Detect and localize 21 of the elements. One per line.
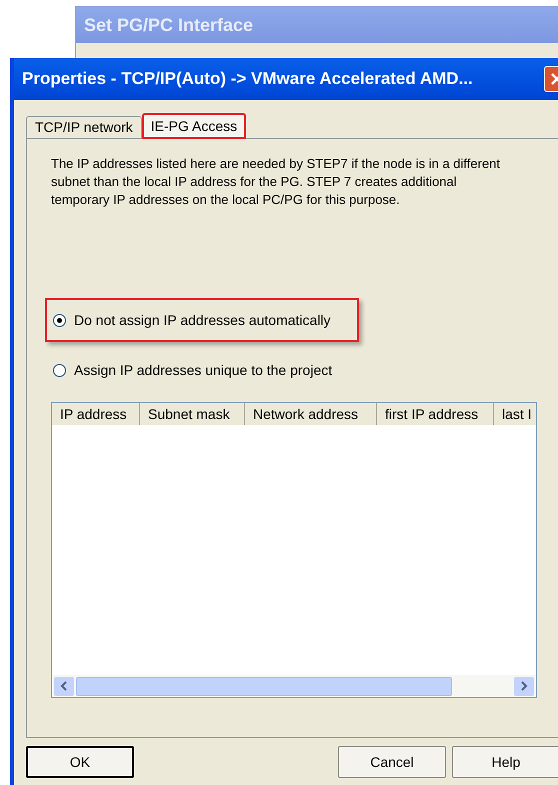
dialog-button[interactable]: OK [26, 746, 134, 778]
column-header[interactable]: Network address [245, 403, 377, 425]
scroll-left-icon[interactable] [54, 676, 74, 696]
radio-button[interactable] [53, 314, 66, 326]
window-title: Set PG/PC Interface [84, 14, 254, 36]
radio-button[interactable] [53, 364, 66, 376]
column-header[interactable]: first IP address [377, 403, 494, 425]
radio-option[interactable]: Do not assign IP addresses automatically [45, 298, 359, 342]
dialog-button[interactable]: Help [452, 746, 558, 778]
radio-option[interactable]: Assign IP addresses unique to the project [45, 348, 359, 392]
description-text: The IP addresses listed here are needed by STEP7 if the node is in a different subnet than the local IP address for the PG. STEP 7 creates additional temporary IP addresses on the local PC/PG for this purpose. [51, 155, 502, 209]
column-header[interactable]: last I [494, 403, 536, 425]
tab[interactable]: IE-PG Access [142, 113, 246, 139]
column-header[interactable]: Subnet mask [140, 403, 245, 425]
tab[interactable]: TCP/IP network [26, 116, 142, 138]
scroll-right-icon[interactable] [514, 676, 534, 696]
scroll-thumb[interactable] [76, 676, 452, 696]
horizontal-scrollbar[interactable] [52, 675, 536, 697]
column-header[interactable]: IP address [52, 403, 140, 425]
window-title: Properties - TCP/IP(Auto) -> VMware Accelerated AMD... [22, 68, 474, 90]
dialog-button[interactable]: Cancel [338, 746, 446, 778]
